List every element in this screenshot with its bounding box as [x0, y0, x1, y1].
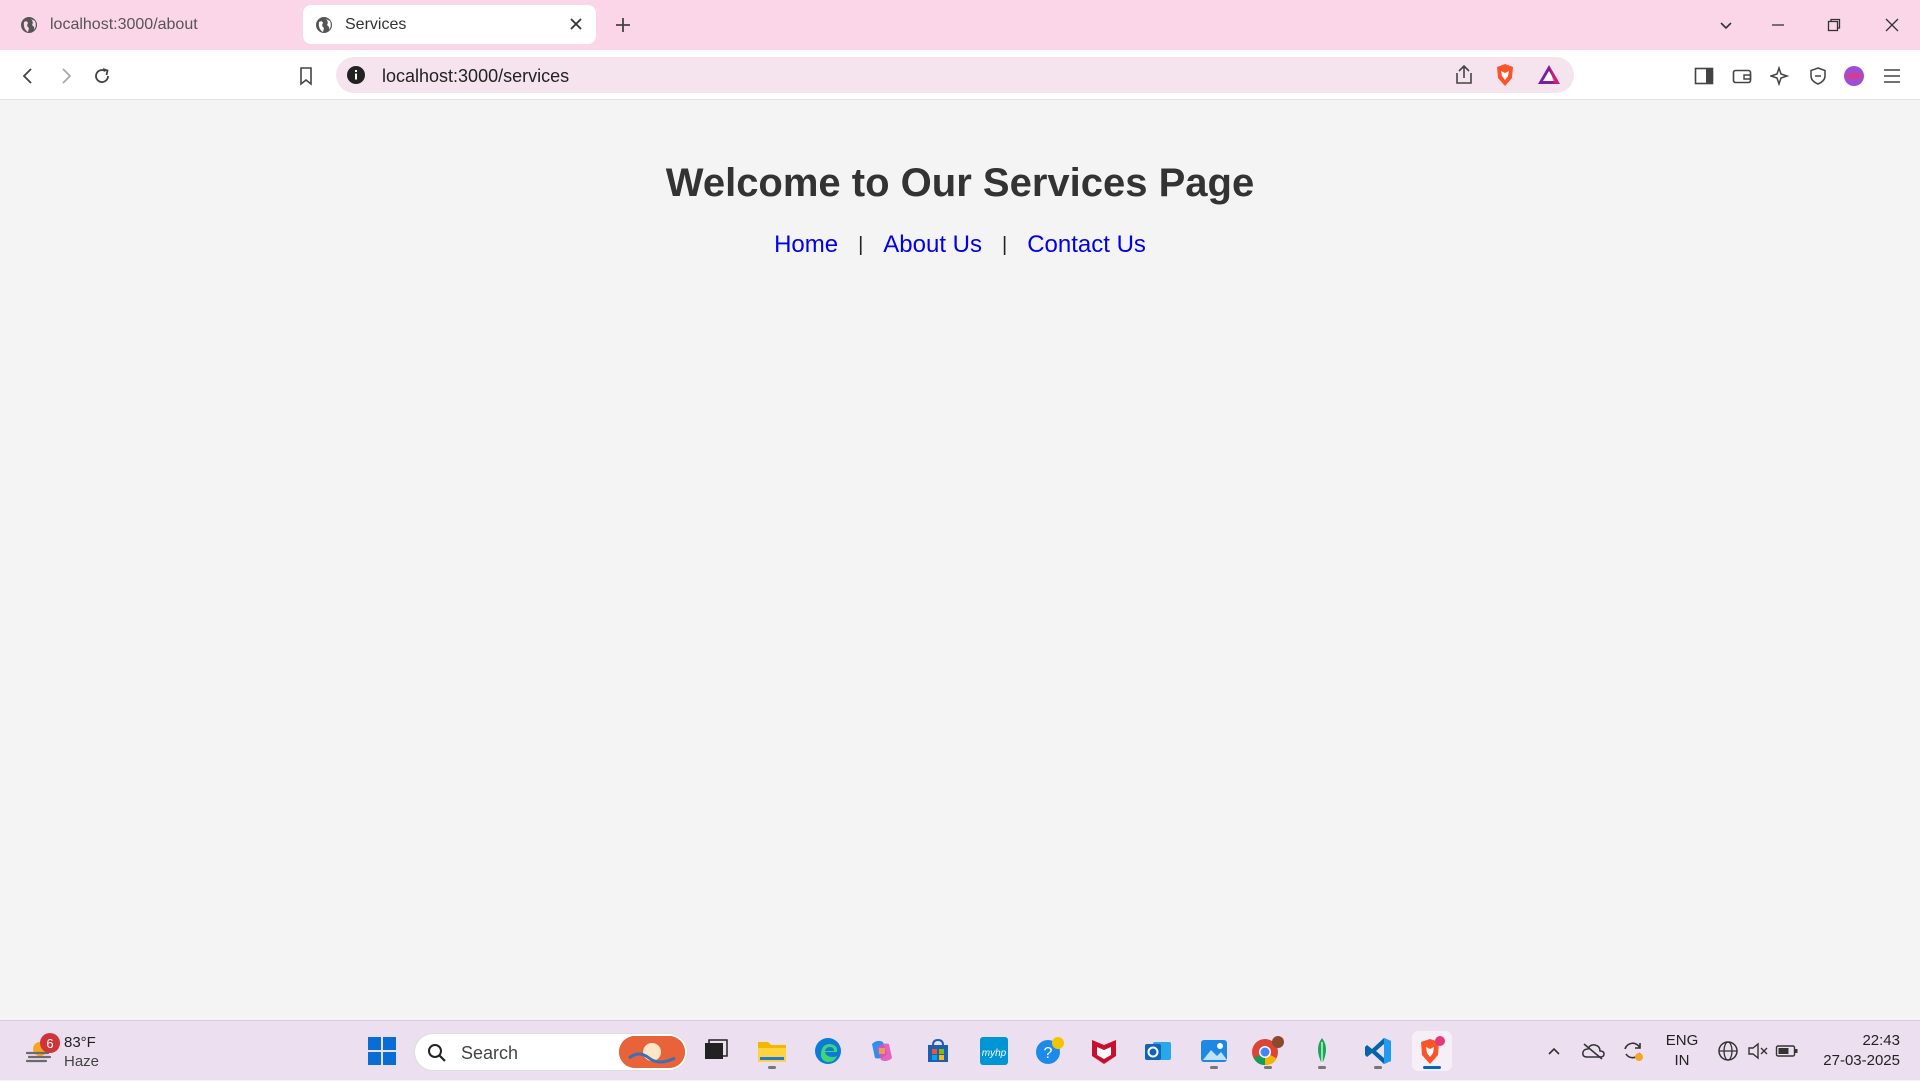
search-highlight-icon	[619, 1036, 685, 1068]
new-tab-button[interactable]	[610, 12, 636, 38]
page-content: Welcome to Our Services Page Home | Abou…	[0, 101, 1920, 1020]
nav-home-link[interactable]: Home	[774, 231, 838, 259]
volume-muted-icon[interactable]	[1744, 1021, 1772, 1081]
nav-contact-link[interactable]: Contact Us	[1027, 231, 1146, 259]
edge-icon[interactable]	[808, 1031, 848, 1071]
onedrive-cloud-icon[interactable]	[1578, 1021, 1608, 1081]
brave-shields-icon[interactable]	[1492, 62, 1518, 88]
weather-widget[interactable]: 6 83°F Haze	[20, 1029, 140, 1073]
svg-text:myhp: myhp	[982, 1048, 1007, 1059]
running-indicator	[1210, 1066, 1218, 1069]
globe-icon	[20, 16, 38, 34]
browser-toolbar: localhost:3000/services	[0, 50, 1920, 100]
site-nav: Home | About Us | Contact Us	[0, 231, 1920, 259]
globe-icon	[315, 16, 333, 34]
sync-update-icon[interactable]	[1618, 1021, 1648, 1081]
language-region: IN	[1674, 1052, 1690, 1069]
share-icon[interactable]	[1452, 63, 1476, 87]
clock-date: 27-03-2025	[1823, 1052, 1900, 1069]
running-indicator	[1264, 1066, 1272, 1069]
notification-badge: 6	[40, 1033, 60, 1053]
mongodb-compass-icon[interactable]	[1302, 1031, 1342, 1071]
search-placeholder: Search	[461, 1043, 519, 1063]
bookmark-icon[interactable]	[292, 62, 320, 90]
running-indicator	[768, 1066, 776, 1069]
file-explorer-icon[interactable]	[752, 1031, 792, 1071]
chrome-icon[interactable]	[1248, 1031, 1288, 1071]
close-window-button[interactable]	[1872, 10, 1912, 40]
nav-about-link[interactable]: About Us	[883, 231, 982, 259]
menu-icon[interactable]	[1878, 62, 1906, 90]
forward-button[interactable]	[52, 62, 80, 90]
start-button[interactable]	[362, 1031, 402, 1071]
input-language-indicator[interactable]: ENG IN	[1660, 1031, 1704, 1071]
page-title: Welcome to Our Services Page	[665, 161, 1255, 205]
tab-strip: localhost:3000/about Services	[0, 0, 1920, 50]
copilot-icon[interactable]	[862, 1031, 902, 1071]
vpn-shield-icon[interactable]	[1804, 62, 1832, 90]
task-view-icon[interactable]	[696, 1031, 736, 1071]
profile-avatar[interactable]	[1840, 62, 1868, 90]
site-info-icon[interactable]	[346, 65, 366, 85]
wallet-icon[interactable]	[1728, 62, 1756, 90]
url-text: localhost:3000/services	[382, 66, 570, 86]
outlook-icon[interactable]	[1138, 1031, 1178, 1071]
myhp-icon[interactable]: myhp	[974, 1031, 1014, 1071]
weather-condition: Haze	[64, 1053, 100, 1070]
search-icon	[427, 1043, 447, 1063]
running-indicator	[1318, 1066, 1326, 1069]
sidebar-icon[interactable]	[1690, 62, 1718, 90]
tab-about[interactable]: localhost:3000/about	[8, 5, 298, 44]
photos-icon[interactable]	[1194, 1031, 1234, 1071]
close-tab-icon[interactable]	[566, 14, 586, 34]
clock-time: 22:43	[1862, 1032, 1900, 1049]
active-app-indicator	[1423, 1066, 1441, 1069]
svg-text:?: ?	[1044, 1045, 1053, 1062]
windows-taskbar: 6 83°F Haze Search myhp ? ENG IN 22:43 2…	[0, 1020, 1920, 1080]
minimize-button[interactable]	[1758, 10, 1798, 40]
tab-title: localhost:3000/about	[50, 15, 198, 33]
mcafee-icon[interactable]	[1084, 1031, 1124, 1071]
taskbar-search[interactable]: Search	[414, 1033, 688, 1071]
brave-browser-icon[interactable]	[1412, 1031, 1452, 1071]
leo-ai-icon[interactable]	[1766, 62, 1794, 90]
brave-rewards-icon[interactable]	[1536, 62, 1562, 88]
tab-services[interactable]: Services	[303, 5, 596, 44]
nav-separator: |	[858, 233, 864, 256]
weather-temperature: 83°F	[64, 1034, 96, 1051]
taskbar-clock[interactable]: 22:43 27-03-2025	[1823, 1031, 1900, 1071]
language-code: ENG	[1665, 1032, 1699, 1049]
tab-title: Services	[345, 15, 407, 33]
back-button[interactable]	[14, 62, 42, 90]
get-help-icon[interactable]: ?	[1030, 1031, 1070, 1071]
reload-button[interactable]	[88, 62, 116, 90]
running-indicator	[1374, 1066, 1382, 1069]
tab-search-chevron-icon[interactable]	[1706, 10, 1746, 40]
vscode-icon[interactable]	[1358, 1031, 1398, 1071]
show-hidden-icons-chevron-icon[interactable]	[1540, 1021, 1568, 1081]
nav-separator: |	[1002, 233, 1008, 256]
restore-button[interactable]	[1814, 10, 1854, 40]
address-bar[interactable]: localhost:3000/services	[336, 57, 1574, 93]
battery-icon[interactable]	[1772, 1021, 1802, 1081]
microsoft-store-icon[interactable]	[918, 1031, 958, 1071]
network-globe-icon[interactable]	[1714, 1021, 1742, 1081]
